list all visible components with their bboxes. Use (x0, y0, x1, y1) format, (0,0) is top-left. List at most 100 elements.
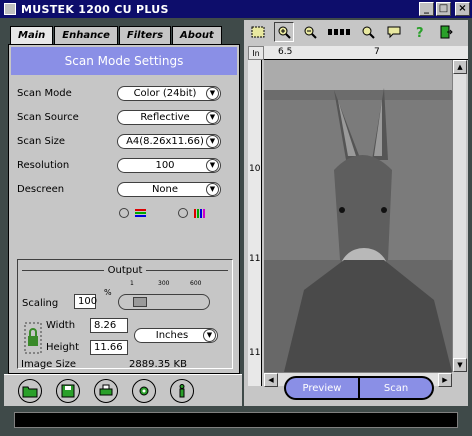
scaling-label: Scaling (22, 298, 59, 309)
ruler-tick: 10 (249, 164, 261, 174)
units-select[interactable]: Inches ▼ (134, 328, 218, 343)
exit-button[interactable] (436, 22, 456, 42)
tab-enhance[interactable]: Enhance (54, 26, 118, 44)
maximize-button[interactable]: □ (436, 2, 451, 16)
filter-options (119, 207, 207, 219)
ruler-tick: 11 (249, 348, 261, 358)
filter-option-color[interactable] (119, 207, 148, 219)
help-icon: ? (416, 26, 424, 39)
print-button[interactable] (94, 379, 118, 403)
height-input[interactable]: 11.66 (90, 340, 128, 355)
zoom-in-button[interactable] (274, 22, 294, 42)
horizontal-ruler: 6.5 7 (264, 46, 468, 60)
close-button[interactable]: × (455, 2, 470, 16)
image-size-label: Image Size (21, 359, 77, 370)
scroll-down-button[interactable]: ▼ (453, 358, 467, 372)
descreen-value: None (151, 183, 179, 195)
vertical-scrollbar[interactable]: ▲ ▼ (452, 60, 467, 372)
slider-tick: 600 (190, 280, 202, 287)
speech-bubble-icon (387, 26, 401, 39)
units-value: Inches (155, 330, 189, 341)
tab-filters[interactable]: Filters (118, 26, 172, 44)
minimize-button[interactable]: _ (419, 2, 434, 16)
help-button[interactable]: ? (410, 22, 430, 42)
image-size-value: 2889.35 KB (129, 359, 187, 370)
scaling-slider[interactable] (118, 294, 210, 310)
status-bar (14, 412, 458, 428)
filter-radio[interactable] (178, 208, 188, 218)
scan-source-row: Scan Source Reflective ▼ (17, 109, 229, 125)
ruler-unit: In (248, 46, 264, 60)
text-ocr-button[interactable] (326, 22, 352, 42)
chevron-down-icon: ▼ (206, 182, 219, 196)
tab-main[interactable]: Main (10, 26, 54, 44)
save-button[interactable] (56, 379, 80, 403)
window-title: MUSTEK 1200 CU PLUS (21, 2, 169, 16)
slider-tick: 1 (130, 280, 134, 287)
lock-aspect-icon[interactable] (24, 322, 42, 354)
left-panel: Main Enhance Filters About Scan Mode Set… (4, 20, 242, 375)
scan-mode-value: Color (24bit) (133, 87, 197, 99)
descreen-label: Descreen (17, 183, 65, 195)
preview-button[interactable]: Preview (284, 376, 359, 400)
select-area-icon (251, 26, 265, 38)
scan-source-select[interactable]: Reflective ▼ (117, 109, 221, 125)
preview-panel: ? In 6.5 7 10 11 11 ▲ ▼ ◀ ▶ Preview Scan (244, 20, 468, 406)
slider-tick: 300 (158, 280, 170, 287)
settings-button[interactable] (132, 379, 156, 403)
resolution-label: Resolution (17, 159, 70, 171)
select-area-button[interactable] (248, 22, 268, 42)
comment-button[interactable] (384, 22, 404, 42)
zoom-in-icon (278, 26, 291, 39)
preview-image[interactable] (264, 60, 452, 372)
color-bars-icon (194, 209, 205, 218)
scroll-up-button[interactable]: ▲ (453, 60, 467, 74)
resolution-select[interactable]: 100 ▼ (117, 157, 221, 173)
vertical-ruler: 10 11 11 (248, 60, 262, 386)
height-label: Height (46, 342, 80, 353)
printer-icon (99, 384, 113, 396)
slider-thumb[interactable] (133, 297, 147, 307)
info-button[interactable] (170, 379, 194, 403)
svg-text:?: ? (416, 26, 424, 39)
zoom-out-button[interactable] (300, 22, 320, 42)
scan-size-select[interactable]: A4(8.26x11.66) ▼ (117, 133, 221, 149)
resolution-value: 100 (155, 159, 175, 171)
chevron-down-icon: ▼ (206, 158, 219, 172)
chevron-down-icon: ▼ (206, 134, 219, 148)
app-icon (4, 3, 16, 15)
filter-option-bars[interactable] (178, 207, 207, 219)
scan-mode-select[interactable]: Color (24bit) ▼ (117, 85, 221, 101)
scan-mode-row: Scan Mode Color (24bit) ▼ (17, 85, 229, 101)
folder-icon (22, 386, 38, 398)
scroll-right-button[interactable]: ▶ (438, 373, 452, 387)
scan-button[interactable]: Scan (359, 376, 434, 400)
tab-strip: Main Enhance Filters About (10, 26, 223, 44)
descreen-select[interactable]: None ▼ (117, 181, 221, 197)
width-input[interactable]: 8.26 (90, 318, 128, 333)
scan-size-value: A4(8.26x11.66) (126, 135, 204, 147)
output-caption: Output (18, 265, 232, 276)
open-button[interactable] (18, 379, 42, 403)
scan-size-label: Scan Size (17, 135, 66, 147)
scan-mode-label: Scan Mode (17, 87, 72, 99)
scaling-input[interactable]: 100 (74, 294, 97, 309)
filter-radio[interactable] (119, 208, 129, 218)
text-ocr-icon (328, 29, 350, 35)
preview-scan-group: Preview Scan (284, 376, 434, 400)
floppy-icon (61, 384, 75, 398)
ruler-tick: 11 (249, 254, 261, 264)
width-label: Width (46, 320, 76, 331)
fit-button[interactable] (358, 22, 378, 42)
bottom-toolbar (4, 374, 242, 406)
output-caption-text: Output (103, 265, 147, 276)
tab-about[interactable]: About (172, 26, 222, 44)
settings-banner: Scan Mode Settings (11, 47, 237, 75)
scan-size-row: Scan Size A4(8.26x11.66) ▼ (17, 133, 229, 149)
exit-door-icon (440, 25, 453, 39)
scaling-unit: % (104, 288, 112, 297)
zoom-out-icon (304, 26, 317, 39)
scroll-left-button[interactable]: ◀ (264, 373, 278, 387)
donkey-photo (264, 60, 452, 372)
ruler-tick: 6.5 (278, 47, 293, 57)
